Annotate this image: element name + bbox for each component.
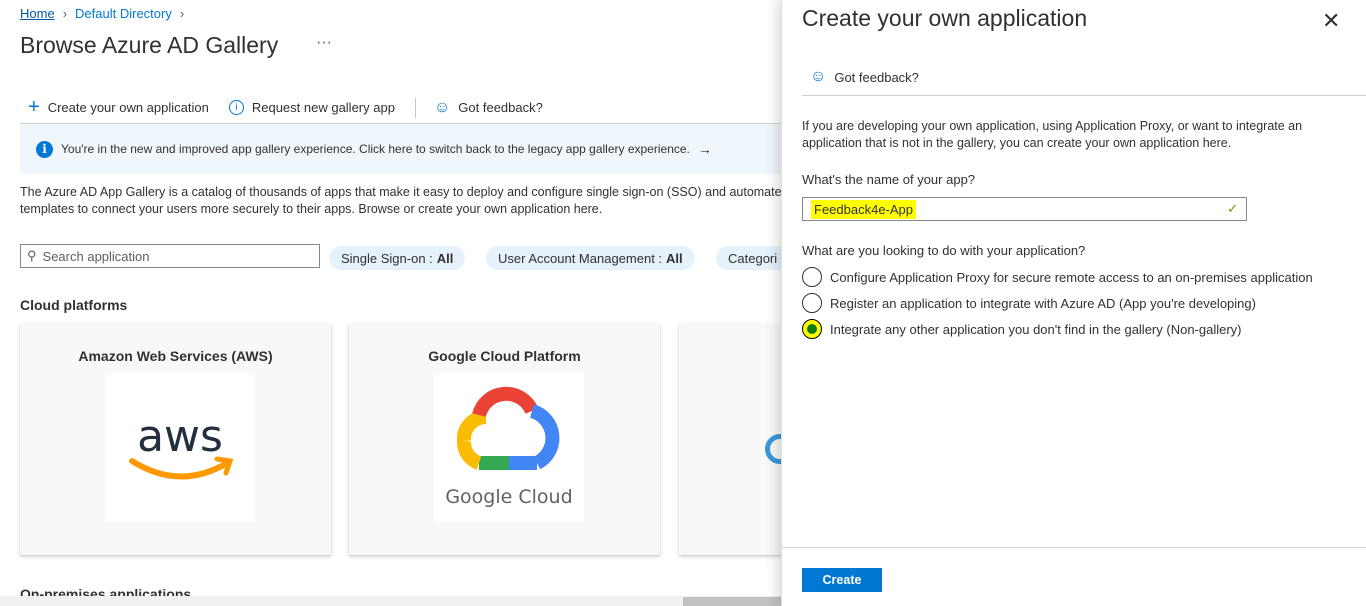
panel-title: Create your own application [802,5,1088,31]
checkmark-icon: ✓ [1227,201,1238,216]
horizontal-scrollbar[interactable] [0,596,781,606]
plus-icon: + [28,96,40,118]
gallery-description: The Azure AD App Gallery is a catalog of… [20,184,781,218]
filter-label: User Account Management : [498,250,663,266]
search-placeholder: Search application [42,248,150,264]
banner-text: You're in the new and improved app galle… [61,142,690,156]
command-bar: + Create your own application i Request ne… [28,96,557,119]
feedback-icon: ☺ [433,98,451,116]
card-title: Amazon Web Services (AWS) [78,348,273,364]
scrollbar-thumb[interactable] [683,597,781,606]
app-name-input[interactable]: Feedback4e-App ✓ [802,197,1247,221]
info-icon: i [228,100,244,115]
filter-label: Single Sign-on : [341,250,433,266]
radio-button-selected[interactable] [802,319,822,339]
feedback-label: Got feedback? [834,69,919,85]
page-title: Browse Azure AD Gallery [20,32,279,58]
request-gallery-app-button[interactable]: i Request new gallery app [228,100,395,115]
divider [802,95,1366,96]
app-card-google-cloud[interactable]: Google Cloud Platform Google Cloud [349,324,660,555]
radio-button[interactable] [802,293,822,313]
feedback-button[interactable]: ☺ Got feedback? [434,99,543,117]
breadcrumb-home[interactable]: Home [20,6,55,21]
info-icon: i [36,140,53,158]
filter-value: All [436,250,454,266]
logo-text: Google Cloud [445,486,572,508]
feedback-label: Got feedback? [458,100,543,115]
request-gallery-app-label: Request new gallery app [251,100,395,115]
search-icon: ⚲ [27,248,37,263]
description-text: The Azure AD App Gallery is a catalog of… [20,185,781,199]
logo-text: aws [137,411,223,462]
radio-button[interactable] [802,267,822,287]
filter-label: Categori [728,250,778,266]
breadcrumb-directory[interactable]: Default Directory [75,6,172,21]
breadcrumb: Home › Default Directory › [20,6,184,21]
aws-logo: aws [105,373,255,522]
google-cloud-logo-image: Google Cloud [445,386,573,508]
app-card-aws[interactable]: Amazon Web Services (AWS) aws [20,324,331,555]
chevron-right-icon: › [62,6,68,21]
create-own-app-button[interactable]: + Create your own application [28,96,209,119]
filter-single-sign-on[interactable]: Single Sign-on : All [329,246,466,270]
radio-app-proxy[interactable]: Configure Application Proxy for secure r… [802,267,1313,287]
footer-divider [782,547,1366,548]
filter-value: All [666,250,683,266]
purpose-label: What are you looking to do with your app… [802,243,1086,258]
app-name-value: Feedback4e-App [811,199,917,219]
search-input[interactable]: ⚲ Search application [20,244,320,268]
create-button[interactable]: Create [802,568,882,592]
more-options-button[interactable]: ··· [316,34,332,52]
filter-user-account-management[interactable]: User Account Management : All [486,246,695,270]
section-on-premises: On-premises applications [20,586,192,596]
divider [414,97,416,118]
radio-label: Register an application to integrate wit… [830,295,1256,311]
create-app-panel: Create your own application ✕ ☺ Got feedb… [781,0,1366,606]
arrow-right-icon: → [697,141,712,157]
google-cloud-logo: Google Cloud [434,373,584,522]
radio-label: Integrate any other application you don'… [830,321,1242,337]
section-cloud-platforms: Cloud platforms [20,297,128,313]
feedback-icon: ☺ [810,68,827,85]
radio-label: Configure Application Proxy for secure r… [830,269,1313,285]
radio-register-app[interactable]: Register an application to integrate wit… [802,293,1256,313]
app-name-label: What's the name of your app? [802,172,976,187]
description-text-line2: templates to connect your users more sec… [20,202,603,216]
card-title: Google Cloud Platform [428,348,581,364]
panel-description: If you are developing your own applicati… [802,119,1303,150]
radio-non-gallery[interactable]: Integrate any other application you don'… [802,319,1242,339]
legacy-gallery-banner[interactable]: i You're in the new and improved app gal… [20,123,781,174]
aws-logo-image: aws [129,411,234,480]
app-card-partial[interactable] [679,324,795,555]
close-icon[interactable]: ✕ [1322,8,1340,34]
chevron-right-icon: › [179,6,185,21]
create-own-app-label: Create your own application [47,100,209,115]
panel-feedback-button[interactable]: ☺ Got feedback? [810,68,919,86]
